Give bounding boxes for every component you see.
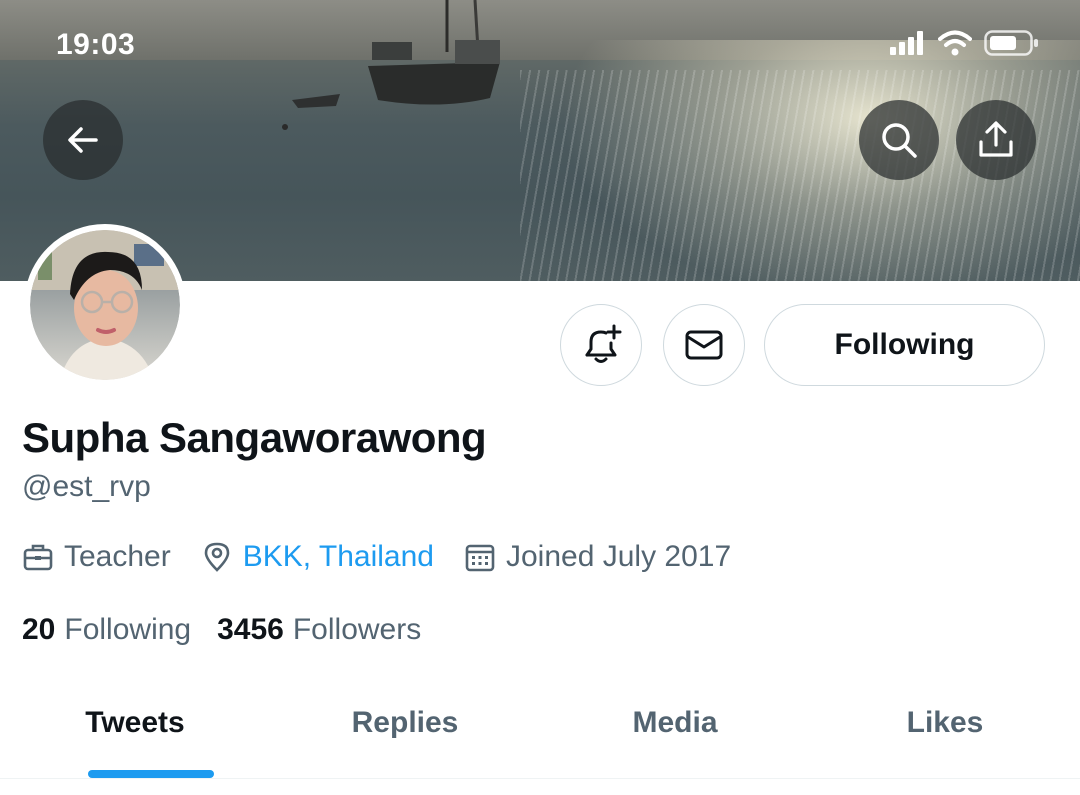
avatar[interactable] [24, 224, 186, 386]
wifi-icon [938, 30, 972, 56]
follow-counts: 20 Following 3456 Followers [22, 613, 447, 647]
profile-meta: Teacher BKK, Thailand Joined July 2017 [22, 540, 761, 574]
back-arrow-icon [68, 127, 98, 153]
profile-name: Supha Sangaworawong [22, 414, 487, 461]
tab-tweets[interactable]: Tweets [0, 690, 270, 778]
tab-likes[interactable]: Likes [810, 690, 1080, 778]
followers-count: 3456 [217, 613, 284, 646]
joined-text: Joined July 2017 [505, 540, 732, 573]
profile-handle: @est_rvp [22, 470, 151, 503]
following-label: Following [64, 613, 192, 646]
followers-count-link[interactable]: 3456 Followers [217, 613, 421, 647]
following-count-link[interactable]: 20 Following [22, 613, 191, 647]
location-pin-icon [204, 542, 230, 572]
avatar-photo [30, 230, 180, 380]
active-tab-indicator [88, 770, 214, 778]
status-time: 19:03 [56, 28, 136, 61]
occupation-text: Teacher [64, 540, 171, 573]
join-date: Joined July 2017 [464, 540, 731, 574]
following-button[interactable]: Following [764, 304, 1045, 386]
notification-bell-plus-icon [585, 324, 622, 363]
signal-icon [890, 31, 923, 55]
tab-replies[interactable]: Replies [270, 690, 540, 778]
search-icon [882, 123, 917, 158]
location-link[interactable]: BKK, Thailand [243, 540, 434, 574]
battery-icon [984, 30, 1038, 56]
search-button[interactable] [859, 100, 939, 180]
status-icons [890, 30, 1040, 56]
following-count: 20 [22, 613, 56, 646]
share-button[interactable] [956, 100, 1036, 180]
calendar-icon [465, 544, 495, 572]
message-button[interactable] [663, 304, 745, 386]
briefcase-icon [23, 544, 53, 571]
notifications-button[interactable] [560, 304, 642, 386]
mail-icon [685, 330, 723, 360]
back-button[interactable] [43, 100, 123, 180]
profile-tabs: Tweets Replies Media Likes [0, 690, 1080, 779]
location: BKK, Thailand [201, 540, 434, 574]
tab-media[interactable]: Media [540, 690, 810, 778]
followers-label: Followers [292, 613, 422, 646]
share-icon [979, 121, 1013, 157]
occupation: Teacher [22, 540, 171, 574]
